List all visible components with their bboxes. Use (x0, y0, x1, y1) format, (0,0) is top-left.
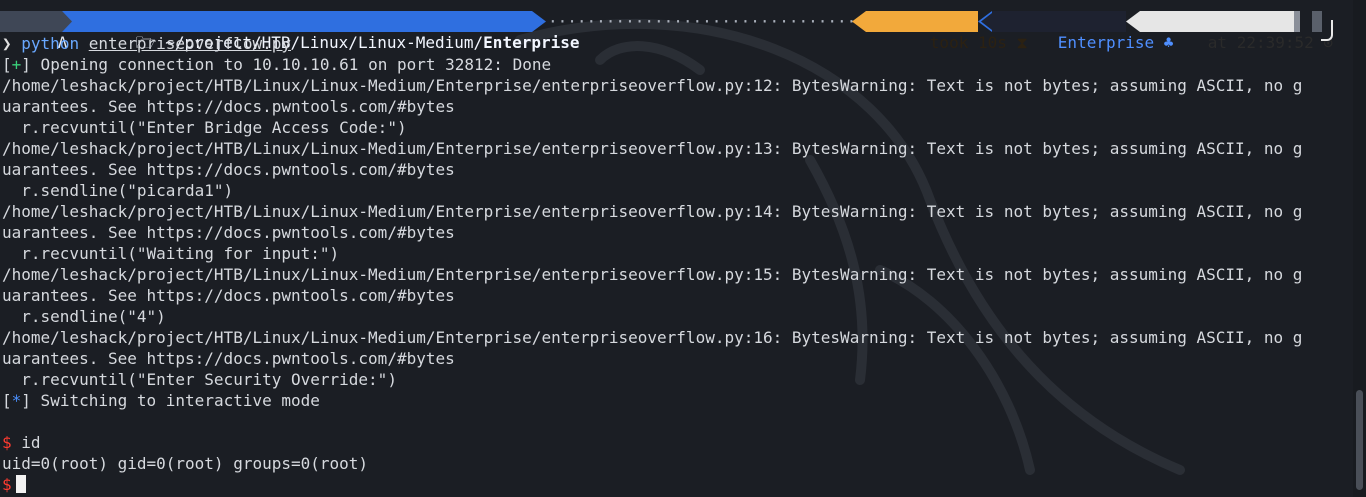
status-plus: + (11, 55, 22, 74)
shell-prompt: $ (2, 433, 12, 452)
command-line: ❯ python enterpriseoverflow.py (2, 33, 291, 54)
segment-separator-dir-in (62, 11, 74, 32)
scrollbar-thumb[interactable] (1356, 390, 1363, 490)
code-line: r.sendline("picarda1") (2, 181, 234, 200)
os-segment: Λ (0, 11, 67, 52)
warning-line: uarantees. See https://docs.pwntools.com… (2, 223, 455, 242)
took-arrow (852, 11, 866, 32)
time-arrow (1126, 11, 1140, 32)
time-segment: at 22:39:52 ⊙ (1140, 11, 1333, 52)
warning-line: /home/leshack/project/HTB/Linux/Linux-Me… (2, 139, 1303, 158)
code-line: r.recvuntil("Waiting for input:") (2, 244, 340, 263)
text-cursor[interactable] (15, 475, 26, 493)
directory-segment: 🗁 ~/project/HTB/Linux/Linux-Medium/Enter… (74, 11, 580, 52)
scrollbar[interactable] (1353, 0, 1366, 497)
shell-input-line[interactable]: $ (2, 474, 26, 495)
warning-line: /home/leshack/project/HTB/Linux/Linux-Me… (2, 76, 1303, 95)
terminal-output: Λ 🗁 ~/project/HTB/Linux/Linux-Medium/Ent… (0, 0, 1352, 497)
shell-command-line: $ id (2, 432, 41, 453)
warning-line: uarantees. See https://docs.pwntools.com… (2, 286, 455, 305)
status-line-opening: [+] Opening connection to 10.10.10.61 on… (2, 54, 551, 75)
bracket: ] (21, 391, 31, 410)
prompt-arrow: ❯ (2, 34, 12, 53)
status-star: * (11, 391, 22, 410)
duration-segment: took 10s ⧗ (866, 11, 1028, 52)
host-label: Enterprise (1057, 33, 1155, 52)
status-text: Switching to interactive mode (30, 391, 320, 410)
bracket: ] (21, 55, 31, 74)
shell-prompt: $ (2, 475, 12, 494)
prompt-bar: Λ 🗁 ~/project/HTB/Linux/Linux-Medium/Ent… (0, 11, 1352, 52)
warning-line: uarantees. See https://docs.pwntools.com… (2, 160, 455, 179)
dir-current: Enterprise (483, 33, 580, 52)
id-output-line: uid=0(root) gid=0(root) groups=0(root) (2, 454, 369, 473)
warning-line: /home/leshack/project/HTB/Linux/Linux-Me… (2, 202, 1303, 221)
warning-line: uarantees. See https://docs.pwntools.com… (2, 97, 455, 116)
bracket: [ (2, 391, 12, 410)
command-program: python (21, 34, 80, 53)
prompt-right-edge (1294, 11, 1300, 32)
code-line: r.recvuntil("Enter Bridge Access Code:") (2, 118, 407, 137)
status-line-interactive: [*] Switching to interactive mode (2, 390, 320, 411)
host-arrow (978, 11, 992, 32)
prompt-filler-dots: ········································… (548, 12, 854, 31)
warning-line: /home/leshack/project/HTB/Linux/Linux-Me… (2, 265, 1303, 284)
code-line: r.sendline("4") (2, 307, 166, 326)
time-label: at 22:39:52 (1207, 33, 1314, 52)
host-segment: Enterprise ♣ (992, 11, 1173, 52)
prompt-frame-corner (1321, 20, 1333, 41)
warning-line: uarantees. See https://docs.pwntools.com… (2, 349, 455, 368)
command-file: enterpriseoverflow.py (88, 34, 292, 53)
bracket: [ (2, 55, 12, 74)
directory-arrow (532, 11, 546, 32)
warning-line: /home/leshack/project/HTB/Linux/Linux-Me… (2, 328, 1303, 347)
shell-command: id (11, 433, 41, 452)
duration-label: took 10s (929, 33, 1007, 52)
code-line: r.recvuntil("Enter Security Override:") (2, 370, 397, 389)
status-text: Opening connection to 10.10.10.61 on por… (30, 55, 552, 74)
